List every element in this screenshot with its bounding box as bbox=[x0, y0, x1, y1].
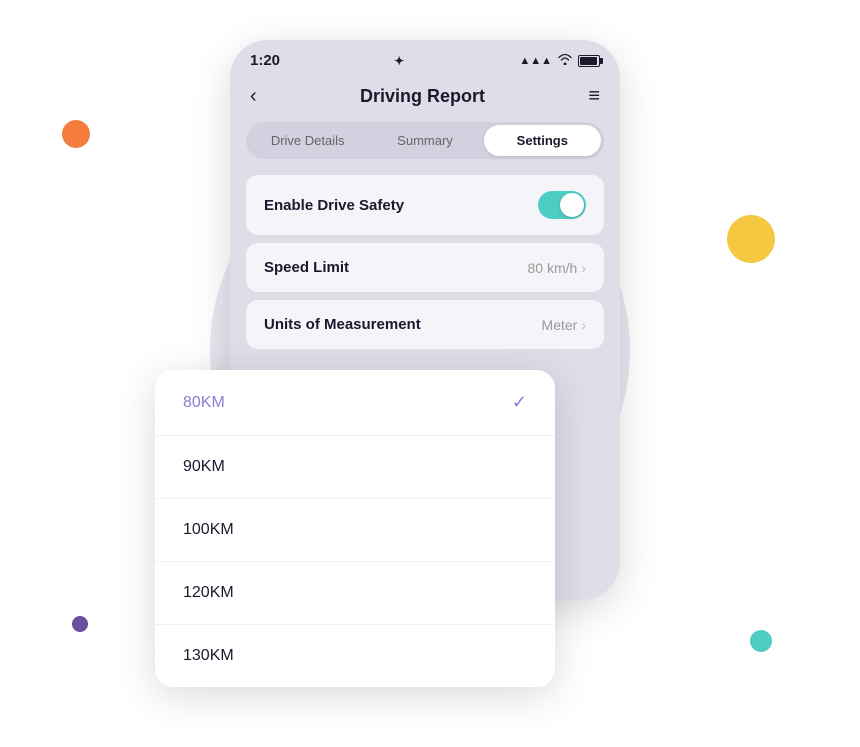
battery-icon bbox=[578, 55, 600, 67]
dropdown-item-120km[interactable]: 120KM bbox=[155, 562, 555, 625]
speed-limit-dropdown: 80KM ✓ 90KM 100KM 120KM 130KM bbox=[155, 370, 555, 687]
speed-limit-value: 80 km/h › bbox=[528, 260, 586, 276]
location-icon: ✦ bbox=[394, 54, 405, 68]
units-measurement-label: Units of Measurement bbox=[264, 316, 421, 333]
status-bar: 1:20 ✦ ▲▲▲ bbox=[230, 40, 620, 77]
settings-content: Enable Drive Safety Speed Limit 80 km/h … bbox=[230, 175, 620, 349]
page-title: Driving Report bbox=[360, 86, 485, 107]
enable-drive-safety-toggle[interactable] bbox=[538, 191, 586, 219]
units-measurement-row[interactable]: Units of Measurement Meter › bbox=[246, 300, 604, 349]
back-button[interactable]: ‹ bbox=[250, 85, 257, 108]
tab-drive-details[interactable]: Drive Details bbox=[249, 125, 366, 156]
dot-yellow-icon bbox=[727, 215, 775, 263]
speed-limit-label: Speed Limit bbox=[264, 259, 349, 276]
units-measurement-chevron-icon: › bbox=[581, 317, 586, 333]
signal-icon: ▲▲▲ bbox=[519, 55, 552, 67]
tab-settings[interactable]: Settings bbox=[484, 125, 601, 156]
nav-bar: ‹ Driving Report ≡ bbox=[230, 77, 620, 122]
wifi-icon bbox=[557, 53, 573, 68]
status-time: 1:20 bbox=[250, 52, 280, 69]
dot-teal-icon bbox=[750, 630, 772, 652]
speed-limit-row[interactable]: Speed Limit 80 km/h › bbox=[246, 243, 604, 292]
toggle-knob bbox=[560, 193, 584, 217]
dropdown-item-90km[interactable]: 90KM bbox=[155, 436, 555, 499]
enable-drive-safety-row[interactable]: Enable Drive Safety bbox=[246, 175, 604, 235]
tab-bar: Drive Details Summary Settings bbox=[246, 122, 604, 159]
enable-drive-safety-label: Enable Drive Safety bbox=[264, 197, 404, 214]
units-measurement-value: Meter › bbox=[542, 317, 586, 333]
tab-summary[interactable]: Summary bbox=[366, 125, 483, 156]
dot-purple-icon bbox=[72, 616, 88, 632]
dropdown-item-100km[interactable]: 100KM bbox=[155, 499, 555, 562]
dropdown-item-130km[interactable]: 130KM bbox=[155, 625, 555, 687]
check-icon: ✓ bbox=[512, 392, 527, 413]
dropdown-item-80km[interactable]: 80KM ✓ bbox=[155, 370, 555, 436]
status-icons: ▲▲▲ bbox=[519, 53, 600, 68]
speed-limit-chevron-icon: › bbox=[581, 260, 586, 276]
menu-button[interactable]: ≡ bbox=[588, 85, 600, 108]
dot-orange-icon bbox=[62, 120, 90, 148]
